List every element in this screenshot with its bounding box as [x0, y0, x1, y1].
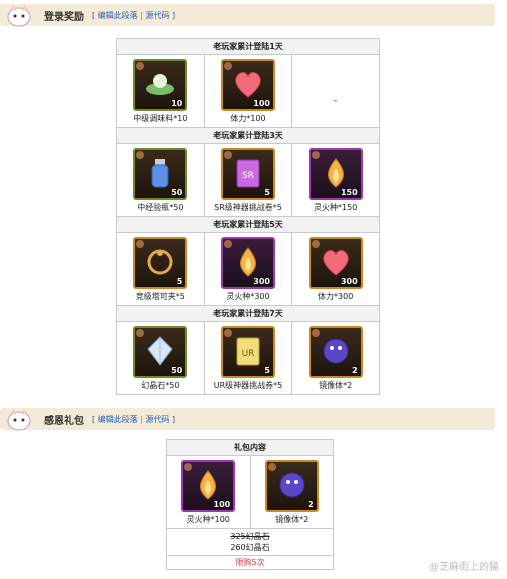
edit-section-link[interactable]: 编辑此段落	[98, 11, 138, 20]
ur-ticket-icon[interactable]: UR 5	[220, 326, 275, 378]
reward-cell: 300 体力*300	[291, 232, 380, 306]
heart-icon[interactable]: 300	[308, 237, 363, 289]
rarity-gem-icon	[311, 240, 320, 248]
reward-cell: 150 灵火种*150	[291, 143, 380, 217]
rarity-gem-icon	[223, 240, 232, 248]
sr-ticket-icon[interactable]: SR 5	[220, 148, 275, 200]
item-label: 体力*100	[230, 114, 266, 123]
exp-bottle-icon[interactable]: 50	[133, 148, 188, 200]
reward-cell: 100 灵火种*100	[166, 455, 251, 529]
rarity-gem-icon	[223, 329, 232, 337]
item-quantity: 150	[340, 188, 358, 197]
gift-pack-table: 礼包内容 100 灵火种*100 2 镜像体*2 325幻晶石 260幻晶石 限购5次	[166, 439, 334, 570]
source-code-link[interactable]: 源代码	[145, 415, 169, 424]
item-quantity: 5	[264, 188, 270, 197]
rarity-gem-icon	[223, 151, 232, 159]
reward-cell: 5 竞级塔可夹*5	[116, 232, 205, 306]
crystal-icon[interactable]: 50	[133, 326, 188, 378]
item-label: 中经验瓶*50	[137, 203, 184, 212]
day-header: 老玩家累计登陆5天	[116, 216, 380, 233]
reward-cell: 100 体力*100	[203, 54, 293, 128]
reward-row: 50 幻晶石*50 UR 5 UR级神器挑战券*5 2 镜像体*2	[116, 321, 380, 395]
original-price: 325幻晶石	[230, 532, 270, 541]
fire-seed-icon[interactable]: 150	[308, 148, 363, 200]
gift-table-header: 礼包内容	[166, 439, 334, 456]
reward-cell: 2 镜像体*2	[249, 455, 334, 529]
item-quantity: 300	[253, 277, 270, 286]
reward-cell: 50 中经验瓶*50	[116, 143, 205, 217]
current-price: 260幻晶石	[230, 543, 270, 552]
fire-seed-icon[interactable]: 100	[181, 460, 236, 512]
item-label: 镜像体*2	[319, 381, 353, 390]
reward-cell: -	[291, 54, 380, 128]
item-label: SR级神器挑战卷*5	[214, 203, 282, 212]
item-label: 中级调味料*10	[133, 114, 188, 123]
reward-cell: 300 灵火种*300	[203, 232, 293, 306]
item-quantity: 10	[171, 99, 183, 108]
day-header: 老玩家累计登陆3天	[116, 127, 380, 144]
item-label: UR级神器挑战券*5	[213, 381, 283, 390]
rarity-gem-icon	[311, 151, 320, 159]
item-quantity: 50	[171, 366, 183, 375]
day-header: 老玩家累计登陆1天	[116, 38, 380, 55]
reward-cell: UR 5 UR级神器挑战券*5	[203, 321, 293, 395]
mascot-icon	[6, 406, 32, 432]
item-label: 灵火种*150	[314, 203, 358, 212]
item-quantity: 300	[340, 277, 358, 286]
item-quantity: 5	[264, 366, 270, 375]
rarity-gem-icon	[223, 62, 232, 70]
mirror-body-icon[interactable]: 2	[264, 460, 319, 512]
heart-icon[interactable]: 100	[220, 59, 275, 111]
edit-section-link[interactable]: 编辑此段落	[98, 415, 138, 424]
login-reward-header: 登录奖励 [ 编辑此段落 | 源代码 ]	[0, 2, 495, 28]
item-quantity: 2	[308, 500, 314, 509]
reward-cell: 50 幻晶石*50	[116, 321, 205, 395]
empty-cell-dash: -	[334, 96, 338, 106]
reward-row: 5 竞级塔可夹*5 300 灵火种*300 300 体力*300	[116, 232, 380, 306]
day-header: 老玩家累计登陆7天	[116, 305, 380, 322]
item-quantity: 100	[213, 500, 231, 509]
item-label: 灵火种*300	[226, 292, 270, 301]
item-quantity: 2	[352, 366, 358, 375]
rarity-gem-icon	[267, 463, 276, 471]
reward-row: 50 中经验瓶*50 SR 5 SR级神器挑战卷*5 150 灵火种*150	[116, 143, 380, 217]
login-reward-table: 老玩家累计登陆1天 10 中级调味料*10 100 体力*100- 老玩家累计登陆3天 50…	[116, 38, 380, 395]
mirror-body-icon[interactable]: 2	[308, 326, 363, 378]
reward-cell: 2 镜像体*2	[291, 321, 380, 395]
watermark: @芝麻街上的猫	[429, 562, 499, 573]
source-code-link[interactable]: 源代码	[145, 11, 169, 20]
item-quantity: 100	[253, 99, 270, 108]
seasoning-icon[interactable]: 10	[133, 59, 188, 111]
mascot-icon	[6, 2, 32, 28]
gift-pack-header: 感恩礼包 [ 编辑此段落 | 源代码 ]	[0, 406, 495, 432]
reward-cell: SR 5 SR级神器挑战卷*5	[203, 143, 293, 217]
item-quantity: 50	[171, 188, 183, 197]
rarity-gem-icon	[311, 329, 320, 337]
fire-seed-icon[interactable]: 300	[220, 237, 275, 289]
item-quantity: 5	[176, 277, 183, 286]
item-label: 体力*300	[318, 292, 354, 301]
tower-clip-icon[interactable]: 5	[133, 237, 188, 289]
item-label: 幻晶石*50	[141, 381, 180, 390]
section-title: 登录奖励	[44, 11, 84, 23]
section-links: [ 编辑此段落 | 源代码 ]	[92, 10, 176, 20]
item-label: 镜像体*2	[275, 515, 309, 524]
item-label: 灵火种*100	[186, 515, 230, 524]
svg-text:SR: SR	[242, 171, 254, 181]
reward-cell: 10 中级调味料*10	[116, 54, 205, 128]
svg-text:UR: UR	[242, 349, 255, 359]
item-label: 竞级塔可夹*5	[135, 292, 185, 301]
section-title: 感恩礼包	[44, 415, 84, 427]
reward-row: 10 中级调味料*10 100 体力*100 -	[116, 54, 380, 128]
section-links: [ 编辑此段落 | 源代码 ]	[92, 414, 176, 424]
purchase-limit: 限购5次	[235, 558, 265, 567]
